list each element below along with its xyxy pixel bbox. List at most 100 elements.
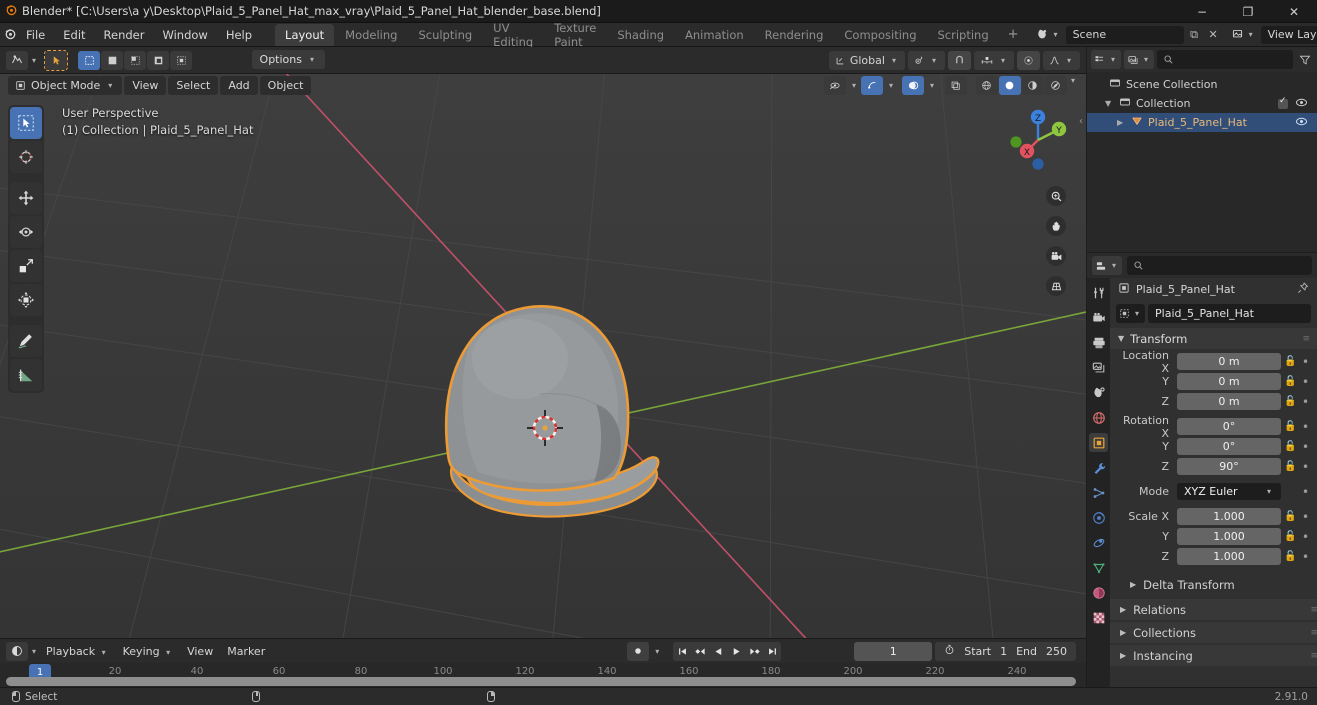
tool-annotate[interactable]	[10, 325, 42, 357]
workspace-tab-layout[interactable]: Layout	[275, 23, 335, 46]
relations-panel[interactable]: ▶ Relations ≡	[1110, 599, 1317, 620]
timeline-ruler[interactable]: 20 40 60 80 100 120 140 160 180 200 220 …	[0, 663, 1086, 687]
instancing-panel[interactable]: ▶ Instancing ≡	[1110, 645, 1317, 666]
play-icon[interactable]	[727, 641, 746, 661]
shading-solid-icon[interactable]	[998, 76, 1021, 95]
next-keyframe-icon[interactable]	[745, 641, 764, 661]
material-tab-icon[interactable]	[1089, 583, 1108, 602]
texture-tab-icon[interactable]	[1089, 608, 1108, 627]
select-set-icon[interactable]	[78, 50, 101, 70]
lock-icon[interactable]: 🔓	[1284, 356, 1297, 367]
timeline-editor-icon[interactable]	[6, 641, 28, 661]
workspace-tab-uv-editing[interactable]: UV Editing	[483, 21, 543, 49]
close-button[interactable]: ✕	[1271, 0, 1317, 23]
eye-icon[interactable]	[1295, 116, 1308, 130]
lock-icon[interactable]: 🔓	[1284, 511, 1297, 522]
workspace-tab-shading[interactable]: Shading	[607, 24, 674, 46]
snap-to-dropdown[interactable]: ▾	[973, 50, 1014, 70]
active-tool-icon[interactable]	[44, 49, 69, 71]
maximize-button[interactable]: ❐	[1225, 0, 1271, 23]
animate-dot-icon[interactable]: •	[1300, 530, 1311, 544]
lock-icon[interactable]: 🔓	[1284, 421, 1297, 432]
collection-checkbox[interactable]	[1278, 96, 1288, 109]
workspace-tab-texture-paint[interactable]: Texture Paint	[544, 21, 606, 49]
current-frame-field[interactable]: 1	[854, 641, 933, 661]
navigation-gizmo[interactable]: Z Y X	[1006, 106, 1070, 170]
object-mode-dropdown[interactable]: Object Mode ▾	[8, 76, 123, 95]
object-tab-icon[interactable]	[1089, 433, 1108, 452]
timeline-menu-view[interactable]: View	[180, 642, 220, 661]
collections-panel[interactable]: ▶ Collections ≡	[1110, 622, 1317, 643]
xray-toggle-icon[interactable]	[901, 76, 924, 95]
menu-render[interactable]: Render	[95, 25, 154, 45]
animate-dot-icon[interactable]: •	[1300, 485, 1311, 499]
rotation-x-value[interactable]: 0°	[1177, 418, 1281, 435]
outliner[interactable]: Scene Collection ▼ Collection ▶ Plaid_5_…	[1087, 72, 1317, 252]
tool-transform[interactable]	[10, 284, 42, 316]
lock-icon[interactable]: 🔓	[1284, 461, 1297, 472]
snap-toggle[interactable]	[947, 50, 971, 70]
render-tab-icon[interactable]	[1089, 308, 1108, 327]
end-frame-value[interactable]: 250	[1046, 645, 1067, 658]
constraints-tab-icon[interactable]	[1089, 533, 1108, 552]
tool-tweak-select-box[interactable]	[10, 107, 42, 139]
workspace-tab-scripting[interactable]: Scripting	[928, 24, 999, 46]
overlays-icon[interactable]	[860, 76, 883, 95]
animate-dot-icon[interactable]: •	[1300, 460, 1311, 474]
timeline-menu-marker[interactable]: Marker	[220, 642, 272, 661]
toggle-xray-panel-icon[interactable]	[944, 76, 967, 95]
use-preview-range-icon[interactable]	[944, 644, 955, 658]
chevron-down-icon[interactable]: ▾	[29, 56, 39, 65]
animate-dot-icon[interactable]: •	[1300, 510, 1311, 524]
outliner-display-icon[interactable]: ▾	[1091, 50, 1122, 69]
object-data-tab-icon[interactable]	[1089, 558, 1108, 577]
select-invert-icon[interactable]	[147, 50, 170, 70]
output-tab-icon[interactable]	[1089, 333, 1108, 352]
scene-tab-icon[interactable]	[1089, 383, 1108, 402]
menu-help[interactable]: Help	[217, 25, 261, 45]
menu-edit[interactable]: Edit	[54, 25, 94, 45]
viewport-menu-object[interactable]: Object	[259, 76, 312, 95]
eye-icon[interactable]	[1295, 97, 1308, 111]
scale-x-value[interactable]: 1.000	[1177, 508, 1281, 525]
workspace-tab-compositing[interactable]: Compositing	[834, 24, 926, 46]
object-name-input[interactable]: Plaid_5_Panel_Hat	[1148, 303, 1311, 323]
scene-icon[interactable]: ▾	[1032, 25, 1064, 44]
minimize-button[interactable]: −	[1179, 0, 1225, 23]
animate-dot-icon[interactable]: •	[1300, 440, 1311, 454]
chevron-down-icon[interactable]: ▾	[927, 81, 937, 90]
expander-icon[interactable]: ▼	[1105, 99, 1114, 108]
timeline-menu-playback[interactable]: Playback ▾	[39, 642, 116, 661]
sidebar-collapse-icon[interactable]: ‹	[1079, 116, 1083, 127]
viewport-menu-select[interactable]: Select	[168, 76, 219, 95]
lock-icon[interactable]: 🔓	[1284, 376, 1297, 387]
pivot-point-dropdown[interactable]: ▾	[907, 50, 945, 70]
remove-scene-button[interactable]: ✕	[1205, 26, 1222, 44]
animate-dot-icon[interactable]: •	[1300, 395, 1311, 409]
editor-type-icon[interactable]	[6, 50, 28, 70]
pin-icon[interactable]	[1297, 281, 1309, 297]
viewport-menu-add[interactable]: Add	[220, 76, 258, 95]
properties-search-input[interactable]	[1127, 256, 1312, 275]
jump-end-icon[interactable]	[763, 641, 782, 661]
chevron-down-icon[interactable]: ▾	[1068, 76, 1078, 95]
jump-start-icon[interactable]	[673, 641, 692, 661]
animate-dot-icon[interactable]: •	[1300, 375, 1311, 389]
shading-wireframe-icon[interactable]	[975, 76, 998, 95]
workspace-tab-animation[interactable]: Animation	[675, 24, 754, 46]
world-tab-icon[interactable]	[1089, 408, 1108, 427]
view-layer-name-field[interactable]: View Layer	[1260, 25, 1317, 44]
start-frame-value[interactable]: 1	[1000, 645, 1007, 658]
rotation-mode-dropdown[interactable]: XYZ Euler ▾	[1177, 483, 1281, 500]
new-scene-button[interactable]: ⧉	[1186, 26, 1203, 44]
outliner-row-collection[interactable]: ▼ Collection	[1087, 94, 1317, 113]
prev-keyframe-icon[interactable]	[691, 641, 710, 661]
show-gizmo-icon[interactable]	[823, 76, 846, 95]
3d-viewport[interactable]: ‹ Z Y X	[0, 74, 1086, 638]
location-y-value[interactable]: 0 m	[1177, 373, 1281, 390]
modifier-tab-icon[interactable]	[1089, 458, 1108, 477]
lock-icon[interactable]: 🔓	[1284, 441, 1297, 452]
expander-icon[interactable]: ▶	[1117, 118, 1126, 127]
view-layer-icon[interactable]: ▾	[1227, 25, 1259, 44]
workspace-tab-rendering[interactable]: Rendering	[755, 24, 834, 46]
